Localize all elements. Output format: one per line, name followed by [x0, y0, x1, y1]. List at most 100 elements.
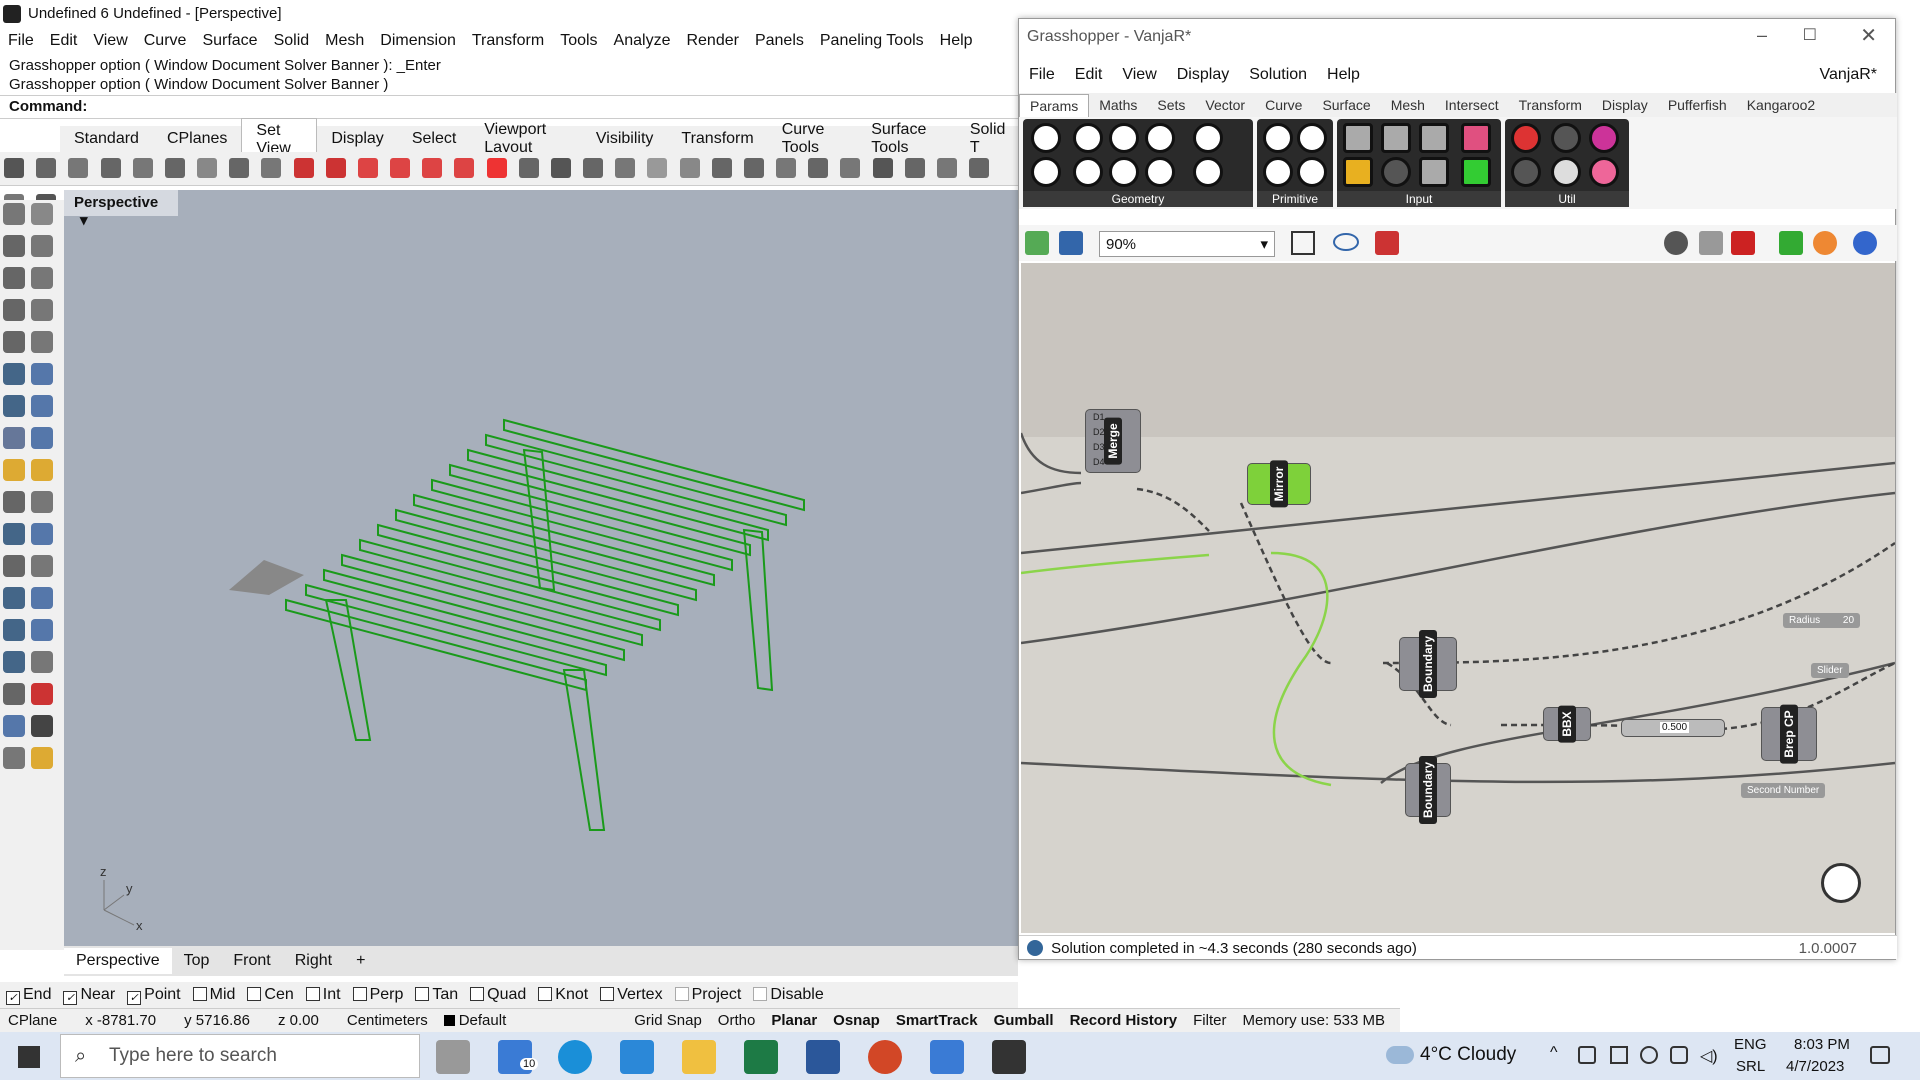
param-icon[interactable]: [1109, 157, 1139, 187]
notifications-icon[interactable]: [1870, 1046, 1890, 1064]
swivel-icon[interactable]: [969, 158, 990, 178]
lang-primary[interactable]: ENG: [1734, 1036, 1767, 1053]
scale-icon[interactable]: [3, 715, 25, 737]
param-icon[interactable]: [1381, 123, 1411, 153]
maximize-icon[interactable]: ☐: [1803, 25, 1817, 45]
gh-menu-file[interactable]: File: [1029, 66, 1055, 84]
param-icon[interactable]: [1589, 157, 1619, 187]
boundary-component[interactable]: Boundary: [1405, 755, 1451, 825]
param-icon[interactable]: [1343, 157, 1373, 187]
gh-tab-pufferfish[interactable]: Pufferfish: [1658, 94, 1737, 116]
leader-icon[interactable]: [31, 491, 53, 513]
gh-tab-surface[interactable]: Surface: [1312, 94, 1380, 116]
windows-start-icon[interactable]: [18, 1046, 40, 1068]
zoom-in-icon[interactable]: [229, 158, 250, 178]
tray-chevron-icon[interactable]: ^: [1550, 1044, 1558, 1062]
menu-dimension[interactable]: Dimension: [380, 32, 456, 50]
osnap-quad[interactable]: Quad: [470, 986, 526, 1004]
status-planar[interactable]: Planar: [771, 1012, 817, 1029]
camera-icon[interactable]: [550, 158, 571, 178]
arc-icon[interactable]: [3, 299, 25, 321]
param-icon[interactable]: [1109, 123, 1139, 153]
menu-paneling-tools[interactable]: Paneling Tools: [820, 32, 924, 50]
gh-tab-sets[interactable]: Sets: [1147, 94, 1195, 116]
zoom-extents-icon[interactable]: [1291, 231, 1315, 255]
merge-input-d4[interactable]: D4: [1093, 457, 1105, 467]
param-icon[interactable]: [1511, 123, 1541, 153]
merge-input-d1[interactable]: D1: [1093, 412, 1105, 422]
param-icon[interactable]: [1263, 157, 1293, 187]
circle-icon[interactable]: [3, 267, 25, 289]
fillet-icon[interactable]: [3, 555, 25, 577]
weather-text[interactable]: 4°C Cloudy: [1420, 1044, 1516, 1066]
move-icon[interactable]: [31, 587, 53, 609]
tab-visibility[interactable]: Visibility: [582, 127, 668, 151]
brep-closest-point-component[interactable]: Brep CP: [1761, 704, 1817, 764]
grid-icon[interactable]: [3, 683, 25, 705]
osnap-project[interactable]: Project: [674, 986, 741, 1004]
solid-icon[interactable]: [3, 651, 25, 673]
gh-canvas[interactable]: Merge D1 D2 D3 D4 Mirror Boundary Bounda…: [1021, 263, 1895, 933]
status-layer[interactable]: Default: [443, 1012, 506, 1029]
clock-time[interactable]: 8:03 PM: [1794, 1036, 1850, 1053]
status-filter[interactable]: Filter: [1193, 1012, 1226, 1029]
menu-analyze[interactable]: Analyze: [614, 32, 671, 50]
status-gumball[interactable]: Gumball: [994, 1012, 1054, 1029]
task-view-icon[interactable]: [436, 1040, 470, 1074]
tab-standard[interactable]: Standard: [60, 127, 153, 151]
render-icon[interactable]: [31, 747, 53, 769]
param-icon[interactable]: [1145, 123, 1175, 153]
word-icon[interactable]: [806, 1040, 840, 1074]
param-icon[interactable]: [1589, 123, 1619, 153]
ellipse-icon[interactable]: [31, 267, 53, 289]
zoom-extents-icon[interactable]: [100, 158, 121, 178]
store-icon[interactable]: [620, 1040, 654, 1074]
car-rear-icon[interactable]: [454, 158, 475, 178]
polygon-icon[interactable]: [3, 331, 25, 353]
menu-file[interactable]: File: [8, 32, 34, 50]
merge-input-d2[interactable]: D2: [1093, 427, 1105, 437]
osnap-point[interactable]: ✓ Point: [127, 986, 181, 1005]
walk-icon[interactable]: [486, 158, 507, 178]
menu-help[interactable]: Help: [940, 32, 973, 50]
radius-slider[interactable]: Radius 20: [1783, 613, 1861, 628]
zoom-selected-icon[interactable]: [164, 158, 185, 178]
tab-display[interactable]: Display: [317, 127, 397, 151]
gh-menu-edit[interactable]: Edit: [1075, 66, 1103, 84]
menu-surface[interactable]: Surface: [202, 32, 257, 50]
checkmark-icon[interactable]: [31, 715, 53, 737]
menu-solid[interactable]: Solid: [274, 32, 310, 50]
layout-icon[interactable]: [615, 158, 636, 178]
menu-tools[interactable]: Tools: [560, 32, 597, 50]
param-icon[interactable]: [1297, 157, 1327, 187]
speaker-icon[interactable]: ◁): [1700, 1046, 1718, 1066]
osnap-vertex[interactable]: Vertex: [600, 986, 663, 1004]
gh-menu-help[interactable]: Help: [1327, 66, 1360, 84]
param-icon[interactable]: [1551, 123, 1581, 153]
rectangle-icon[interactable]: [31, 299, 53, 321]
target-icon[interactable]: [711, 158, 732, 178]
minimize-icon[interactable]: –: [1757, 25, 1767, 46]
canvas-navigator-icon[interactable]: [1821, 863, 1861, 903]
gh-menu-view[interactable]: View: [1122, 66, 1156, 84]
param-icon[interactable]: [1193, 157, 1223, 187]
status-grid-snap[interactable]: Grid Snap: [634, 1012, 702, 1029]
param-icon[interactable]: [1461, 123, 1491, 153]
box-icon[interactable]: [3, 395, 25, 417]
menu-render[interactable]: Render: [686, 32, 738, 50]
status-record-history[interactable]: Record History: [1070, 1012, 1178, 1029]
trim-icon[interactable]: [31, 555, 53, 577]
excel-icon[interactable]: [744, 1040, 778, 1074]
sketch-icon[interactable]: [1375, 231, 1399, 255]
grid-array-icon[interactable]: [3, 619, 25, 641]
shaded-preview-icon[interactable]: [1731, 231, 1755, 255]
perspective-viewport[interactable]: z y x: [64, 190, 1018, 946]
osnap-knot[interactable]: Knot: [538, 986, 588, 1004]
osnap-cen[interactable]: Cen: [247, 986, 294, 1004]
status-units[interactable]: Centimeters: [347, 1012, 428, 1029]
calendar-icon[interactable]: [930, 1040, 964, 1074]
flash-icon[interactable]: [31, 459, 53, 481]
osnap-tan[interactable]: Tan: [415, 986, 458, 1004]
material-icon[interactable]: [1813, 231, 1837, 255]
gh-tab-curve[interactable]: Curve: [1255, 94, 1312, 116]
